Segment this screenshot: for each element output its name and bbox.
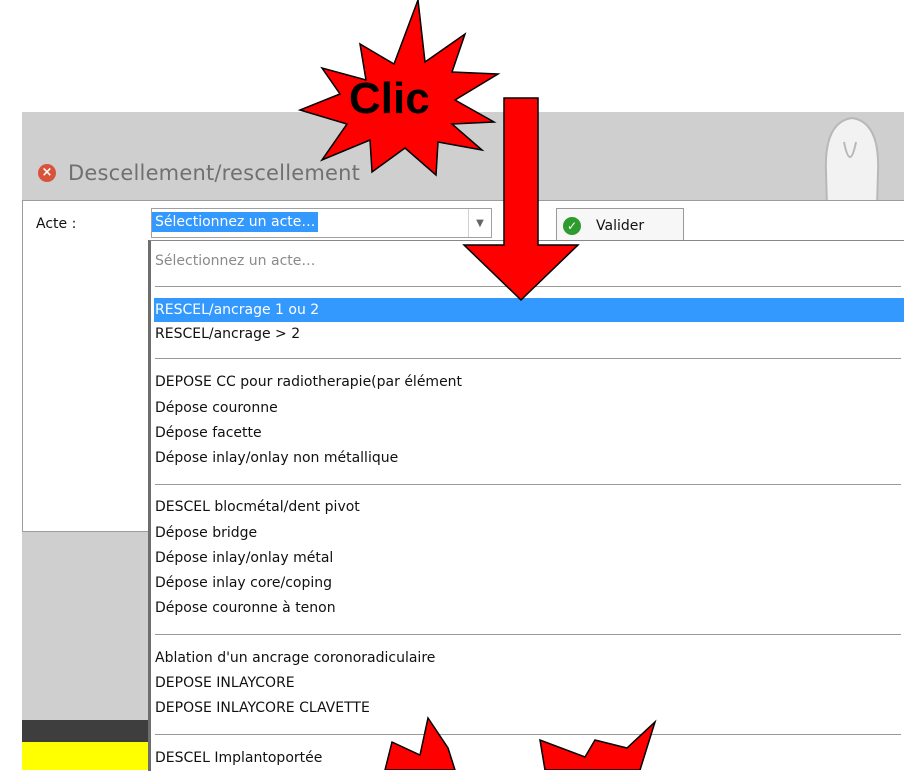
dialog-title: Descellement/rescellement [68, 161, 361, 185]
chevron-down-icon[interactable]: ▼ [468, 209, 491, 237]
valider-label: Valider [596, 218, 645, 234]
status-strip-dark [22, 720, 152, 742]
list-item[interactable]: DESCEL Implantoportée [155, 746, 322, 770]
dropdown-placeholder[interactable]: Sélectionnez un acte… [155, 249, 315, 273]
list-item[interactable]: DEPOSE INLAYCORE CLAVETTE [155, 696, 370, 720]
clic-callout-label: Clic [349, 74, 430, 123]
dropdown-separator [155, 734, 901, 735]
close-icon[interactable]: × [38, 164, 56, 182]
dialog-title-row: × Descellement/rescellement [38, 156, 360, 190]
list-item[interactable]: Dépose inlay core/coping [155, 571, 332, 595]
dropdown-separator [155, 634, 901, 635]
dropdown-separator [155, 286, 901, 287]
list-item[interactable]: RESCEL/ancrage 1 ou 2 [154, 298, 904, 322]
list-item[interactable]: Ablation d'un ancrage coronoradiculaire [155, 646, 435, 670]
list-item[interactable]: Dépose inlay/onlay métal [155, 546, 333, 570]
valider-button[interactable]: ✓ Valider [556, 208, 684, 244]
list-item[interactable]: DEPOSE CC pour radiotherapie(par élément [155, 370, 462, 394]
dropdown-separator [155, 358, 901, 359]
list-item[interactable]: Dépose bridge [155, 521, 257, 545]
check-icon: ✓ [563, 217, 581, 235]
dropdown-separator [155, 484, 901, 485]
list-item[interactable]: Dépose couronne [155, 396, 278, 420]
list-item[interactable]: DEPOSE INLAYCORE [155, 671, 295, 695]
list-item[interactable]: RESCEL/ancrage > 2 [155, 322, 300, 346]
list-item[interactable]: Dépose couronne à tenon [155, 596, 336, 620]
acte-select-value: Sélectionnez un acte… [152, 212, 319, 232]
list-item[interactable]: DESCEL blocmétal/dent pivot [155, 495, 360, 519]
acte-dropdown-list: Sélectionnez un acte… RESCEL/ancrage 1 o… [148, 240, 904, 771]
acte-select[interactable]: Sélectionnez un acte… ▼ [151, 208, 492, 238]
list-item[interactable]: Dépose inlay/onlay non métallique [155, 446, 398, 470]
acte-label: Acte : [36, 216, 77, 232]
status-strip-yellow [22, 742, 152, 770]
list-item[interactable]: Dépose facette [155, 421, 262, 445]
